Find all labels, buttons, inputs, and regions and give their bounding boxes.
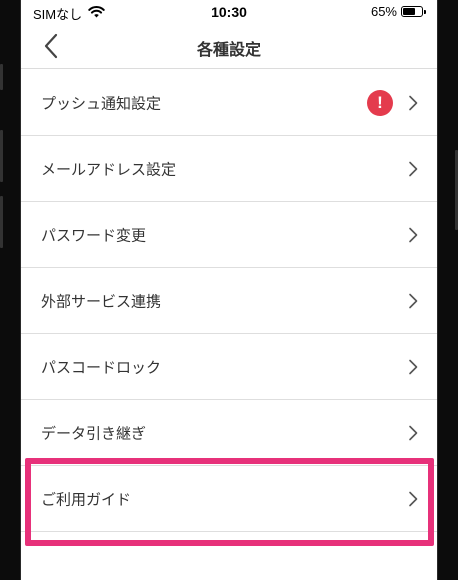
battery-tip	[424, 10, 426, 14]
battery-level	[403, 8, 415, 15]
settings-row-push-notifications[interactable]: プッシュ通知設定 !	[21, 70, 437, 136]
settings-row-password[interactable]: パスワード変更	[21, 202, 437, 268]
status-bar: SIMなし 10:30 65%	[21, 0, 437, 24]
volume-up-button	[0, 130, 3, 182]
phone-bezel-right	[437, 0, 458, 580]
chevron-right-icon	[409, 161, 418, 176]
settings-row-user-guide[interactable]: ご利用ガイド	[21, 466, 437, 532]
silent-switch	[0, 64, 3, 90]
row-label: メールアドレス設定	[41, 160, 177, 178]
row-label: プッシュ通知設定	[41, 94, 162, 112]
settings-row-data-transfer[interactable]: データ引き継ぎ	[21, 400, 437, 466]
row-label: パスコードロック	[41, 358, 162, 376]
page-title: 各種設定	[196, 40, 261, 59]
row-label: ご利用ガイド	[41, 490, 132, 508]
chevron-right-icon	[409, 491, 418, 506]
chevron-right-icon	[409, 95, 418, 110]
battery-percent: 65%	[370, 4, 397, 19]
battery-icon	[401, 6, 426, 17]
settings-list: プッシュ通知設定 ! メールアドレス設定 パスワード変更 外部サービス連携 パス…	[21, 70, 437, 532]
settings-row-external-services[interactable]: 外部サービス連携	[21, 268, 437, 334]
chevron-right-icon	[409, 425, 418, 440]
battery-group: 65%	[370, 4, 426, 19]
row-label: パスワード変更	[41, 226, 147, 244]
alert-icon: !	[367, 89, 393, 116]
phone-bezel-left	[0, 0, 21, 580]
navigation-bar: 各種設定	[21, 24, 437, 69]
chevron-right-icon	[409, 359, 418, 374]
settings-row-passcode-lock[interactable]: パスコードロック	[21, 334, 437, 400]
app-screen: SIMなし 10:30 65% 各種設定 プッシュ通知設定 ! メールアドレス設…	[21, 0, 437, 580]
settings-row-email[interactable]: メールアドレス設定	[21, 136, 437, 202]
row-label: 外部サービス連携	[41, 292, 162, 310]
row-label: データ引き継ぎ	[41, 424, 147, 442]
volume-down-button	[0, 196, 3, 248]
chevron-right-icon	[409, 227, 418, 242]
phone-screenshot: SIMなし 10:30 65% 各種設定 プッシュ通知設定 ! メールアドレス設…	[0, 0, 458, 580]
chevron-right-icon	[409, 293, 418, 308]
